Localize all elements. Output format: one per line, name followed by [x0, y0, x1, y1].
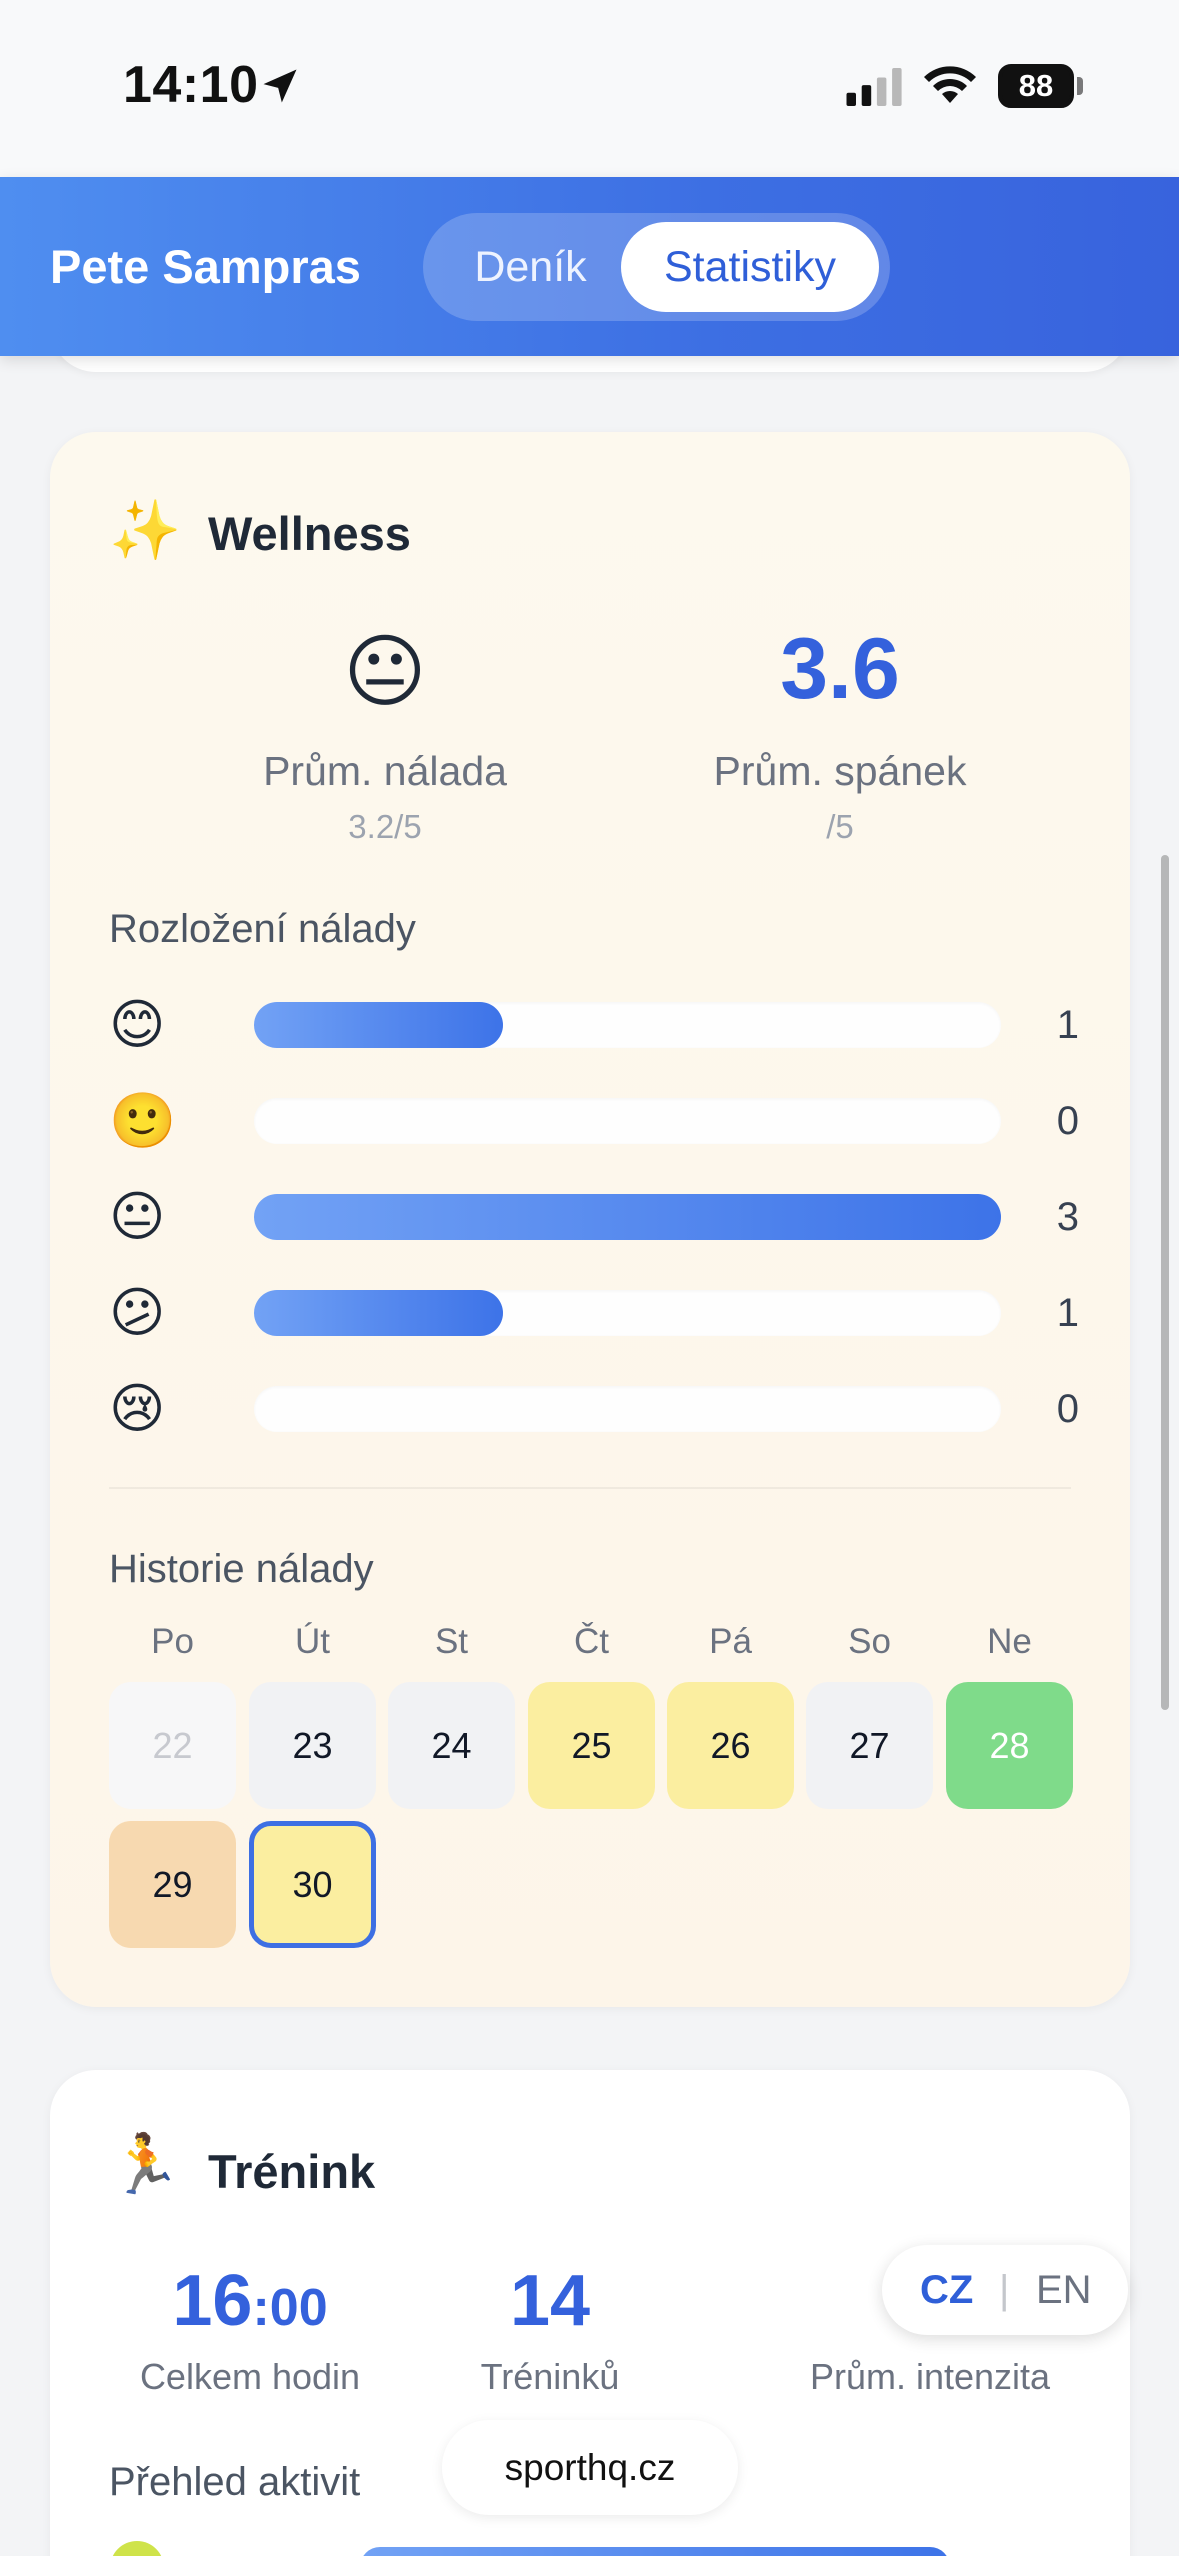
mood-count: 3 [1056, 1195, 1079, 1239]
language-switch: CZ | EN [882, 2245, 1128, 2335]
mood-bar-fill [254, 1194, 1001, 1240]
training-title: Trénink [208, 2145, 376, 2198]
lang-separator: | [999, 2268, 1010, 2312]
mood-count: 0 [1056, 1387, 1079, 1431]
activity-overview-label: Přehled aktivit [109, 2460, 361, 2504]
weekday-label: Ne [987, 1622, 1032, 1661]
calendar-day[interactable]: 22 [109, 1682, 236, 1809]
mood-emoji: 😐 [109, 1187, 166, 1247]
view-switcher: Deník Statistiky [423, 213, 890, 321]
lang-cz-button[interactable]: CZ [920, 2245, 973, 2335]
avg-mood-label: Prům. nálada [263, 748, 507, 794]
mood-bar-track [254, 1002, 1001, 1048]
training-count-value: 14 [509, 2261, 591, 2341]
mood-bar-track [254, 1386, 1001, 1432]
total-hours-value: 16:00 [100, 2260, 400, 2342]
cellular-signal-icon [846, 68, 902, 106]
mood-emoji: 😊 [109, 995, 166, 1055]
calendar-day[interactable]: 29 [109, 1821, 236, 1948]
mood-emoji: 🙂 [109, 1091, 177, 1151]
mood-bar-track [254, 1290, 1001, 1336]
weekday-label: St [434, 1622, 469, 1661]
avg-mood-emoji: 😐 [343, 627, 427, 716]
mood-history-label: Historie nálady [109, 1547, 374, 1591]
tab-denik[interactable]: Deník [433, 222, 628, 312]
mood-row: 😐 3 [109, 1187, 1079, 1247]
scrollbar[interactable] [1161, 855, 1169, 1710]
app-header: Pete Sampras Deník Statistiky [0, 177, 1179, 356]
url-bar[interactable]: sporthq.cz [442, 2420, 738, 2515]
activity-bar [360, 2547, 950, 2556]
runner-icon: 🏃 [109, 2132, 182, 2197]
total-hours-label: Celkem hodin [139, 2356, 361, 2397]
training-count-label: Tréninků [480, 2356, 620, 2397]
lang-en-button[interactable]: EN [1036, 2245, 1092, 2335]
mood-emoji: 😕 [109, 1283, 166, 1343]
weekday-label: So [848, 1622, 891, 1661]
mood-emoji: 😢 [109, 1379, 166, 1439]
avg-intensity-label: Prům. intenzita [809, 2356, 1051, 2397]
section-divider [109, 1487, 1071, 1489]
avg-sleep-scale: /5 [826, 808, 854, 845]
avg-sleep-label: Prům. spánek [713, 748, 967, 794]
status-time: 14:10 [123, 56, 259, 114]
total-hours-minutes: :00 [252, 2279, 328, 2337]
calendar-day[interactable]: 25 [528, 1682, 655, 1809]
calendar-day-today[interactable]: 30 [249, 1821, 376, 1948]
avg-sleep-value: 3.6 [780, 621, 900, 717]
mood-row: 🙂 0 [109, 1091, 1079, 1151]
calendar-day[interactable]: 23 [249, 1682, 376, 1809]
total-hours-main: 16 [172, 2261, 253, 2341]
avg-mood-value: 3.2/5 [348, 808, 422, 845]
mood-count: 1 [1056, 1003, 1079, 1047]
battery-cap [1077, 77, 1083, 95]
mood-bar-track [254, 1194, 1001, 1240]
user-name: Pete Sampras [50, 240, 361, 293]
calendar-day[interactable]: 28 [946, 1682, 1073, 1809]
weekday-label: Čt [574, 1622, 609, 1661]
wellness-title: Wellness [208, 507, 411, 560]
mood-row: 😕 1 [109, 1283, 1079, 1343]
calendar-day[interactable]: 27 [806, 1682, 933, 1809]
tab-statistiky[interactable]: Statistiky [621, 222, 879, 312]
mood-distribution-label: Rozložení nálady [109, 907, 416, 951]
mood-count: 1 [1056, 1291, 1079, 1335]
weekday-label: Pá [709, 1622, 752, 1661]
mood-row: 😊 1 [109, 995, 1079, 1055]
status-bar: 14:10 88 [0, 0, 1179, 177]
mood-count: 0 [1056, 1099, 1079, 1143]
calendar-day[interactable]: 24 [388, 1682, 515, 1809]
battery-indicator: 88 [998, 64, 1074, 108]
weekday-label: Út [295, 1622, 330, 1661]
mood-bar-track [254, 1098, 1001, 1144]
sparkles-icon: ✨ [109, 498, 182, 563]
calendar-day[interactable]: 26 [667, 1682, 794, 1809]
mood-bar-fill [254, 1290, 503, 1336]
wellness-card: ✨ Wellness 😐 Prům. nálada 3.2/5 3.6 Prům… [50, 432, 1130, 2007]
wifi-icon [924, 66, 976, 103]
mood-row: 😢 0 [109, 1379, 1079, 1439]
mood-bar-fill [254, 1002, 503, 1048]
location-arrow-icon [263, 69, 297, 103]
weekday-label: Po [151, 1622, 194, 1661]
